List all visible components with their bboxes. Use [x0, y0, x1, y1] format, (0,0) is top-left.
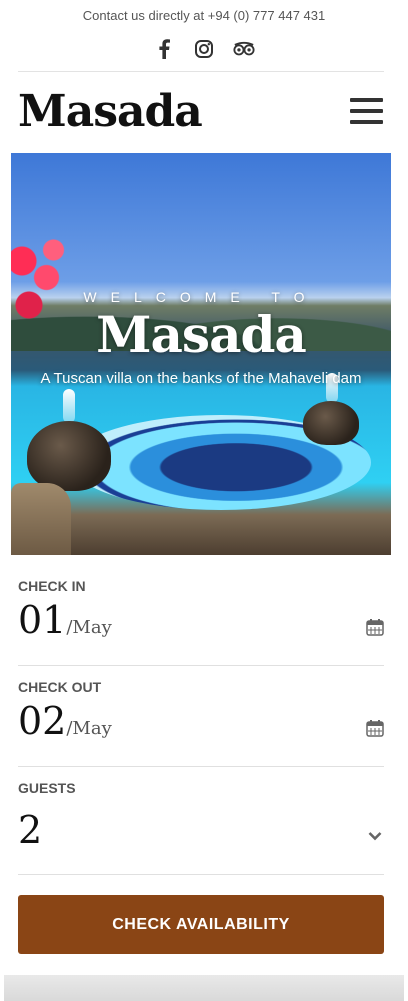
check-in-value[interactable]: 01/May [18, 598, 112, 642]
tripadvisor-icon[interactable] [233, 38, 255, 60]
guests-value[interactable]: 2 [18, 808, 42, 852]
facebook-icon[interactable] [153, 38, 175, 60]
hero-welcome: WELCOME TO [83, 289, 319, 305]
hero-title: Masada [96, 305, 307, 364]
fountain-urn [303, 401, 359, 445]
hero-statue [11, 483, 71, 555]
check-in-month: /May [66, 617, 112, 638]
field-divider [18, 874, 384, 875]
check-in-day: 01 [18, 598, 67, 642]
hamburger-menu-icon[interactable] [350, 98, 383, 126]
site-logo[interactable]: Masada [18, 86, 203, 137]
check-availability-button[interactable]: CHECK AVAILABILITY [18, 895, 384, 954]
field-divider [18, 766, 384, 767]
check-out-day: 02 [18, 699, 67, 743]
check-out-label: CHECK OUT [18, 679, 102, 695]
field-divider [18, 665, 384, 666]
check-out-value[interactable]: 02/May [18, 699, 112, 743]
header-divider [18, 71, 384, 72]
calendar-icon[interactable] [366, 618, 384, 636]
instagram-icon[interactable] [193, 38, 215, 60]
hero-banner: WELCOME TO Masada A Tuscan villa on the … [11, 153, 391, 555]
bottom-bar [4, 975, 404, 1001]
top-bar: Contact us directly at +94 (0) 777 447 4… [0, 0, 408, 72]
chevron-down-icon[interactable] [368, 828, 382, 841]
hero-subtitle: A Tuscan villa on the banks of the Mahav… [40, 370, 362, 387]
contact-text: Contact us directly at +94 (0) 777 447 4… [82, 8, 326, 23]
fountain-jet [63, 389, 75, 423]
guests-label: GUESTS [18, 780, 76, 796]
check-in-label: CHECK IN [18, 578, 86, 594]
calendar-icon[interactable] [366, 719, 384, 737]
social-links [0, 38, 408, 60]
check-out-month: /May [66, 718, 112, 739]
fountain-urn [27, 421, 111, 491]
